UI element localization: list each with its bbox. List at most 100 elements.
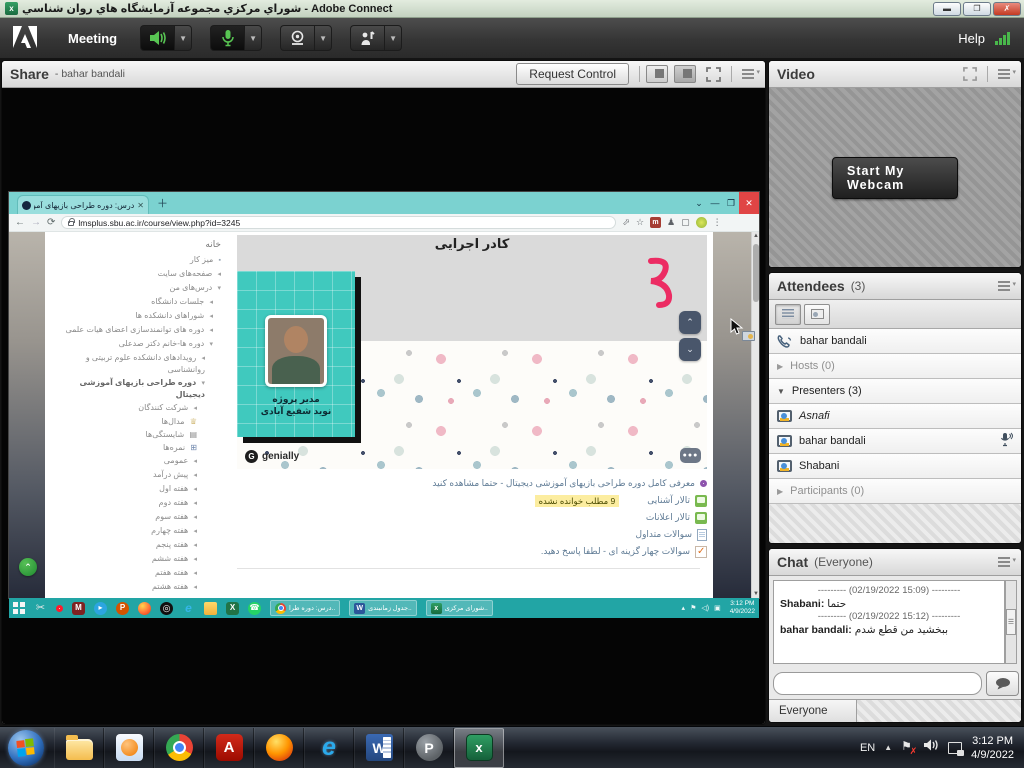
start-icon[interactable] (13, 602, 25, 614)
sidebar-item[interactable]: خانه (49, 238, 223, 253)
profile-avatar[interactable] (696, 217, 707, 228)
sidebar-item[interactable]: جلسات دانشگاه (49, 295, 223, 309)
opera-icon[interactable] (56, 605, 63, 612)
sidebar-item[interactable]: شایستگی‌ها (49, 428, 223, 441)
taskbar-clock[interactable]: 3:12 PM 4/9/2022 (971, 734, 1014, 762)
presenters-group-row[interactable]: ▼ Presenters (3) (769, 379, 1021, 404)
list-view-icon[interactable] (775, 304, 801, 325)
raise-hand-dropdown[interactable]: ▼ (384, 25, 402, 51)
genially-embed[interactable]: کادر اجرایی (237, 235, 707, 469)
genially-more-button[interactable]: ●●● (680, 448, 701, 463)
speaker-dropdown[interactable]: ▼ (174, 25, 192, 51)
close-button[interactable]: ✗ (993, 2, 1021, 16)
card-view-icon[interactable] (804, 304, 830, 325)
microphone-button[interactable] (210, 25, 244, 51)
excel-icon[interactable]: X (226, 602, 239, 615)
share-page-icon[interactable]: ⬀ (622, 217, 630, 228)
pod-view-toggle-icon[interactable] (646, 65, 668, 83)
media-player-icon[interactable] (104, 728, 154, 768)
shared-desktop-taskbar[interactable]: ✂ M ▸ P ◎ e (9, 598, 759, 618)
acrobat-icon[interactable]: A (204, 728, 254, 768)
genially-logo[interactable]: G genially (245, 450, 299, 463)
presenter-row[interactable]: bahar bandali (769, 429, 1021, 454)
sidebar-item[interactable]: شوراهای دانشکده ها (49, 309, 223, 323)
sidebar-item[interactable]: میز کار (49, 253, 223, 267)
sidebar-item[interactable]: صفحه‌های سایت (49, 267, 223, 281)
bookmark-star-icon[interactable]: ☆ (636, 217, 644, 228)
sidebar-item[interactable]: مدال‌ها (49, 415, 223, 428)
sidebar-item[interactable]: هفته هشتم (49, 580, 223, 594)
obs-icon[interactable]: ◎ (160, 602, 173, 615)
microphone-dropdown[interactable]: ▼ (244, 25, 262, 51)
scroll-top-button[interactable]: ⌃ (19, 558, 37, 576)
taskbar-window-button[interactable]: ..درس: دوره طرا (270, 600, 340, 616)
browser-restore-icon[interactable]: ❐ (723, 198, 739, 209)
sidebar-item[interactable]: هفته سوم (49, 510, 223, 524)
snipping-tool-icon[interactable]: ✂ (34, 602, 47, 615)
chat-pod-options-icon[interactable] (998, 557, 1013, 568)
request-control-button[interactable]: Request Control (516, 63, 629, 85)
adobe-connect-icon[interactable]: x (454, 728, 504, 768)
presenter-row[interactable]: Asnafi (769, 404, 1021, 429)
raise-hand-button[interactable] (350, 25, 384, 51)
activity-link[interactable]: معرفی کامل دوره طراحی بازیهای آموزشی دیج… (237, 475, 707, 492)
network-icon[interactable] (948, 742, 962, 754)
action-center-flag-icon[interactable] (901, 741, 914, 755)
sidebar-item[interactable]: هفته هفتم (49, 566, 223, 580)
sidebar-item[interactable]: نمره‌ها (49, 441, 223, 454)
hosts-group-row[interactable]: ▶ Hosts (0) (769, 354, 1021, 379)
tab-group-icon[interactable]: ▢ (681, 217, 690, 228)
chrome-icon[interactable] (154, 728, 204, 768)
browser-close-icon[interactable]: ✕ (739, 192, 759, 214)
sidebar-item[interactable]: هفته اول (49, 482, 223, 496)
sidebar-item[interactable]: هفته پنجم (49, 538, 223, 552)
sidebar-item[interactable]: دوره های توانمندسازی اعضای هیات علمی (49, 323, 223, 337)
shared-browser-window[interactable]: درس: دوره طراحی بازیهای آموزشی ✕ ＋ ⌄ — ❐… (9, 192, 759, 598)
internet-explorer-icon[interactable]: e (304, 728, 354, 768)
tab-search-dropdown-icon[interactable]: ⌄ (691, 198, 707, 209)
word-icon[interactable]: W (354, 728, 404, 768)
tray-expand-icon[interactable]: ▲ (884, 743, 892, 752)
chat-input[interactable] (773, 672, 982, 695)
address-bar[interactable]: lmsplus.sbu.ac.ir/course/view.php?id=324… (61, 216, 616, 229)
attendees-pod-options-icon[interactable] (998, 281, 1013, 292)
meeting-menu[interactable]: Meeting (54, 25, 131, 52)
taskbar-window-button[interactable]: x ..شورای مرکزی (426, 600, 493, 616)
speaker-button[interactable] (140, 25, 174, 51)
activity-link[interactable]: سوالات متداول (237, 526, 707, 543)
pod-options-icon[interactable] (742, 69, 757, 80)
sidebar-item[interactable]: هفته ششم (49, 552, 223, 566)
sidebar-item[interactable]: هفته چهارم (49, 524, 223, 538)
telegram-icon[interactable]: ▸ (94, 602, 107, 615)
browser-minimize-icon[interactable]: — (707, 198, 723, 208)
chat-scrollbar[interactable]: ☰ (1005, 580, 1017, 664)
explorer-icon[interactable] (54, 728, 104, 768)
tab-close-icon[interactable]: ✕ (137, 201, 144, 210)
sidebar-item[interactable]: شرکت کنندگان (49, 401, 223, 415)
video-fullscreen-icon[interactable] (963, 67, 977, 81)
restore-button[interactable]: ❐ (963, 2, 991, 16)
forward-icon[interactable]: → (31, 217, 41, 228)
activity-link[interactable]: تالار آشنایی 9 مطلب خوانده نشده (237, 492, 707, 509)
sidebar-item[interactable]: رویدادهای دانشکده علوم تربیتی و روانشناس… (49, 351, 223, 376)
sidebar-item[interactable]: پیش درآمد (49, 468, 223, 482)
slide-up-button[interactable]: ⌃ (679, 311, 701, 334)
start-button[interactable] (8, 730, 44, 766)
webcam-dropdown[interactable]: ▼ (314, 25, 332, 51)
internet-explorer-icon[interactable]: e (182, 602, 195, 615)
sidebar-item[interactable]: هفته دوم (49, 496, 223, 510)
p-app-icon[interactable]: P (116, 602, 129, 615)
start-webcam-button[interactable]: Start My Webcam (832, 157, 958, 199)
send-message-button[interactable] (986, 671, 1019, 696)
webcam-button[interactable] (280, 25, 314, 51)
extension-icon[interactable]: m (650, 217, 661, 228)
shared-system-tray[interactable]: ▴⚑◁)▣ (682, 604, 721, 612)
presenter-row[interactable]: Shabani (769, 454, 1021, 479)
back-icon[interactable]: ← (15, 217, 25, 228)
fullscreen-icon[interactable] (706, 67, 721, 82)
video-pod-options-icon[interactable] (998, 69, 1013, 80)
reload-icon[interactable]: ⟳ (47, 217, 55, 228)
browser-tab[interactable]: درس: دوره طراحی بازیهای آموزشی ✕ (17, 195, 149, 214)
activity-link[interactable]: تالار اعلانات (237, 509, 707, 526)
minimize-button[interactable]: ▬ (933, 2, 961, 16)
